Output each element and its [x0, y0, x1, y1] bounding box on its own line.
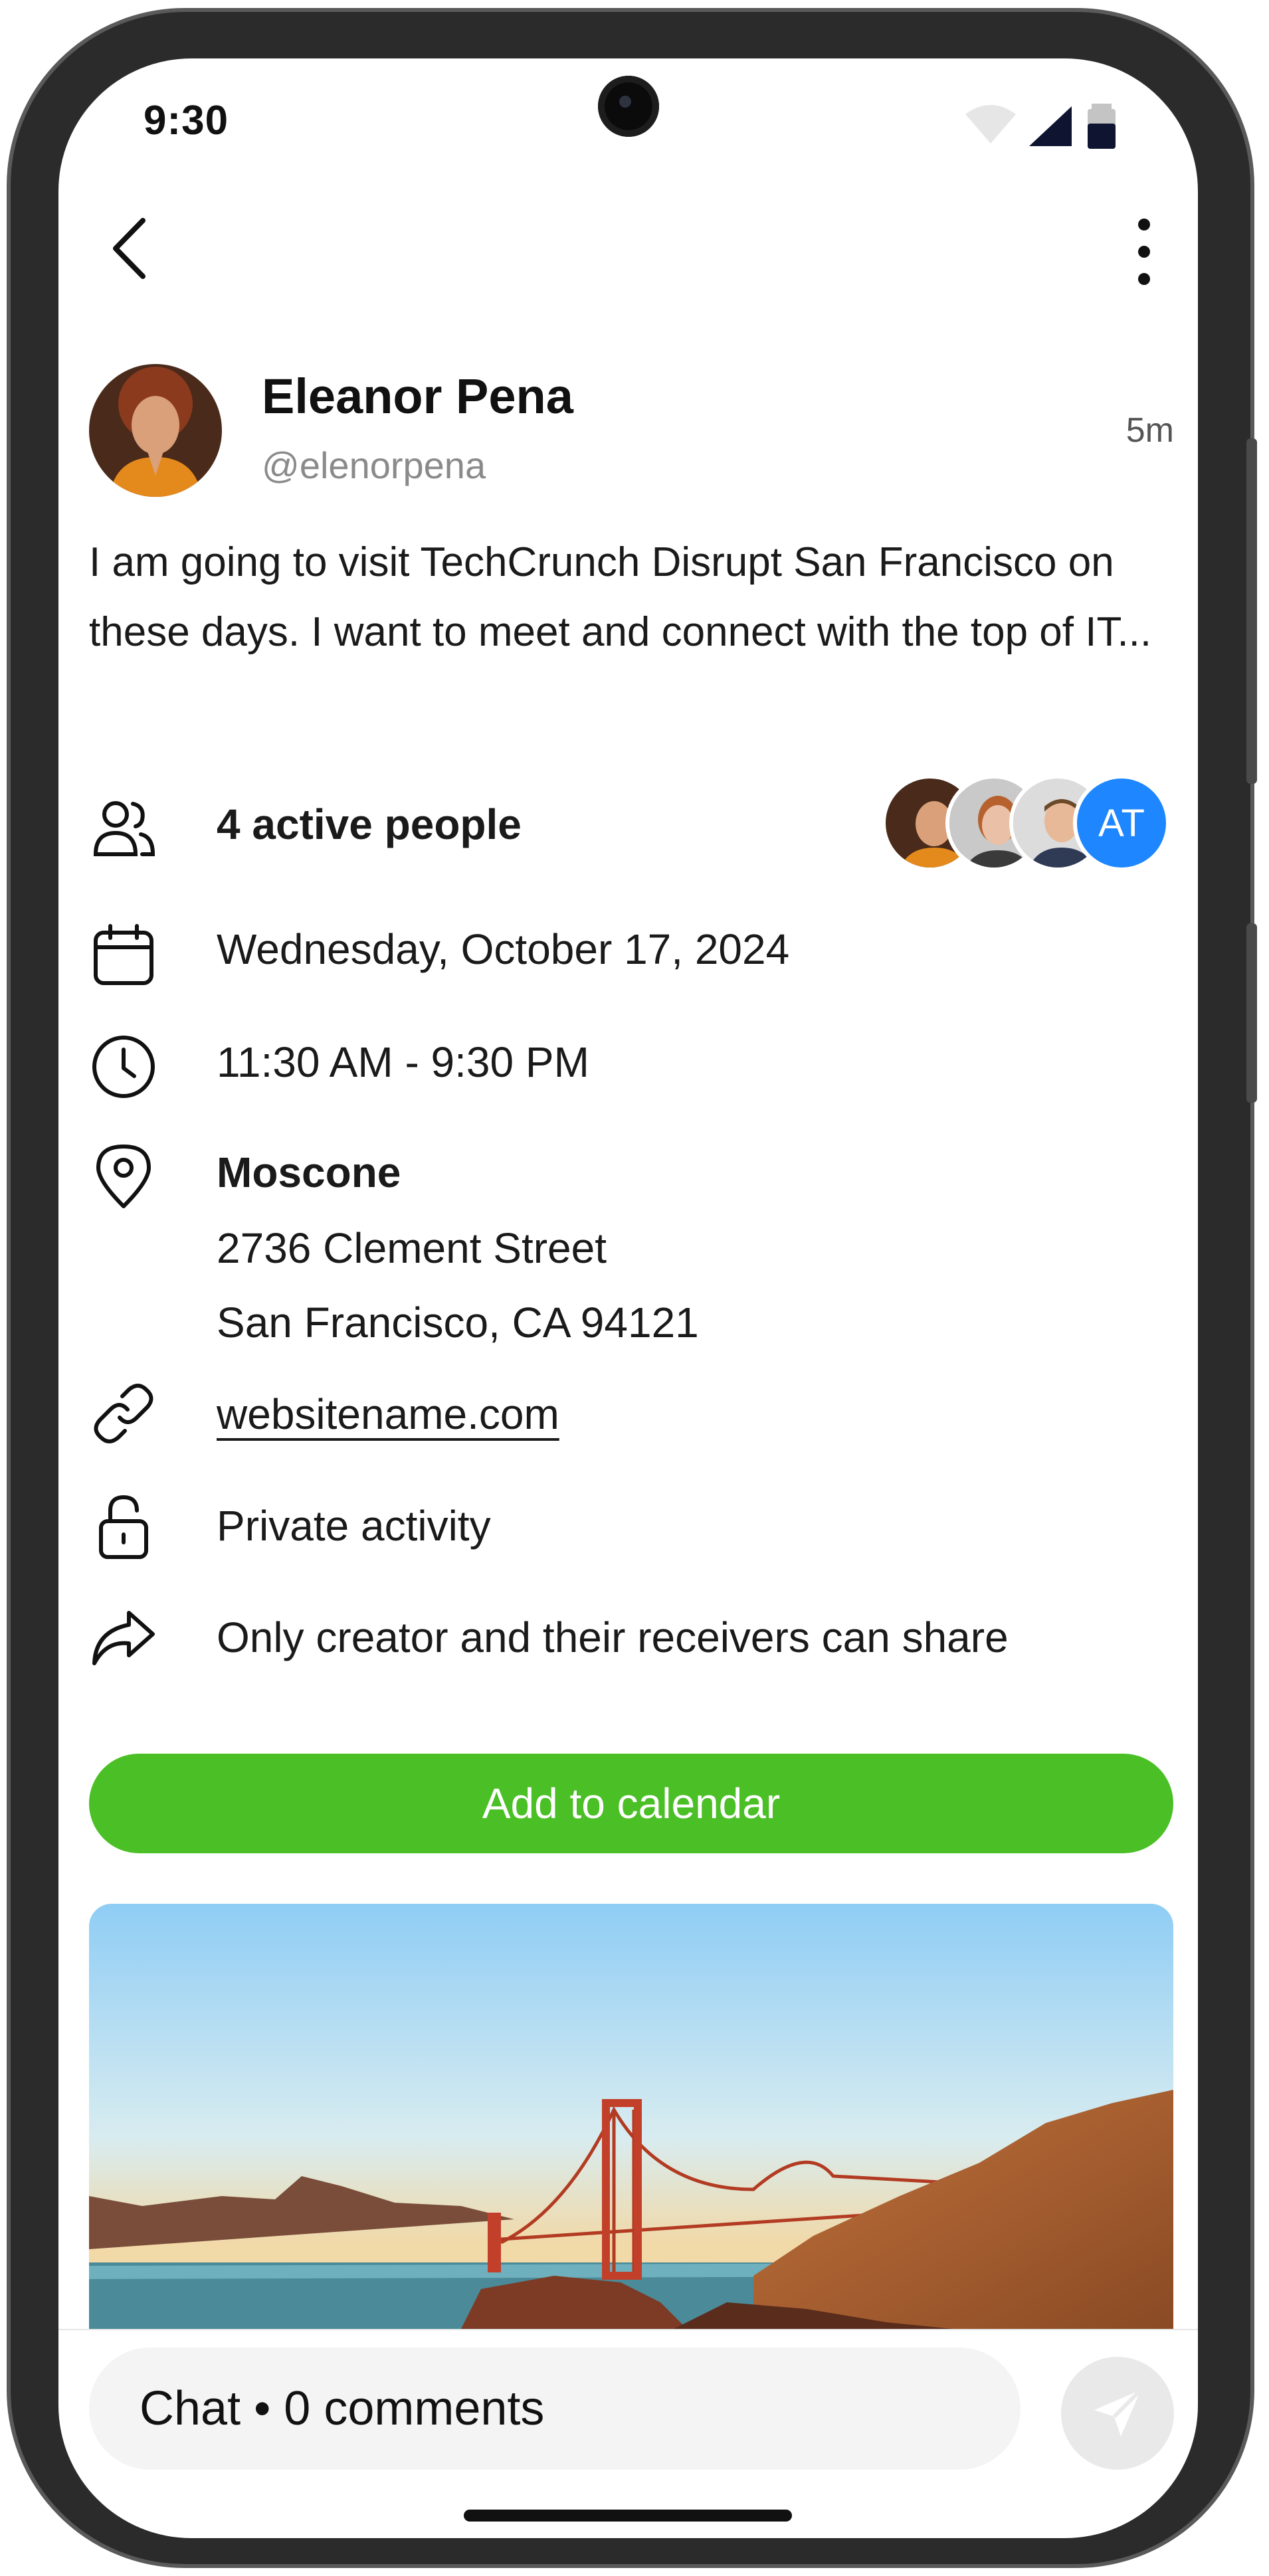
lock-icon	[99, 1495, 148, 1559]
privacy-label: Private activity	[217, 1502, 491, 1550]
more-vertical-icon[interactable]	[1127, 215, 1161, 288]
add-to-calendar-button[interactable]: Add to calendar	[89, 1754, 1173, 1853]
author-handle: @elenorpena	[262, 444, 486, 486]
send-button[interactable]	[1061, 2357, 1174, 2470]
volume-button	[1246, 438, 1257, 784]
wifi-icon	[965, 105, 1016, 143]
author-name[interactable]: Eleanor Pena	[262, 368, 573, 424]
clock-icon	[92, 1036, 155, 1098]
website-link[interactable]: websitename.com	[217, 1390, 559, 1439]
sharing-policy: Only creator and their receivers can sha…	[217, 1613, 1009, 1661]
power-button	[1246, 923, 1257, 1103]
location-city: San Francisco, CA 94121	[217, 1299, 699, 1346]
post-text: I am going to visit TechCrunch Disrupt S…	[89, 539, 1152, 655]
location-street: 2736 Clement Street	[217, 1224, 607, 1272]
home-indicator[interactable]	[464, 2510, 792, 2522]
event-time: 11:30 AM - 9:30 PM	[217, 1038, 589, 1086]
back-icon[interactable]	[106, 215, 153, 282]
attendee-avatars[interactable]: AT	[882, 775, 1174, 872]
link-icon	[94, 1384, 153, 1443]
people-icon	[93, 801, 155, 856]
attendee-initials-avatar: AT	[1073, 775, 1170, 872]
front-camera	[598, 76, 659, 137]
location-name[interactable]: Moscone	[217, 1148, 401, 1197]
attendees-count[interactable]: 4 active people	[217, 800, 522, 849]
calendar-icon	[94, 924, 153, 985]
send-icon	[1094, 2388, 1143, 2437]
app-screen: 9:30 Eleanor Pena @elenorpena 5m I am go…	[58, 58, 1198, 2538]
status-icons	[965, 104, 1116, 149]
signal-icon	[1029, 106, 1072, 146]
status-time: 9:30	[144, 98, 229, 143]
share-icon	[92, 1611, 155, 1665]
event-date: Wednesday, October 17, 2024	[217, 925, 790, 973]
bottom-divider	[58, 2329, 1198, 2330]
location-pin-icon	[96, 1145, 151, 1208]
post-time-ago: 5m	[1125, 411, 1174, 450]
event-photo[interactable]	[89, 1904, 1173, 2329]
author-avatar[interactable]	[89, 364, 222, 497]
chat-input[interactable]: Chat • 0 comments	[89, 2347, 1021, 2470]
